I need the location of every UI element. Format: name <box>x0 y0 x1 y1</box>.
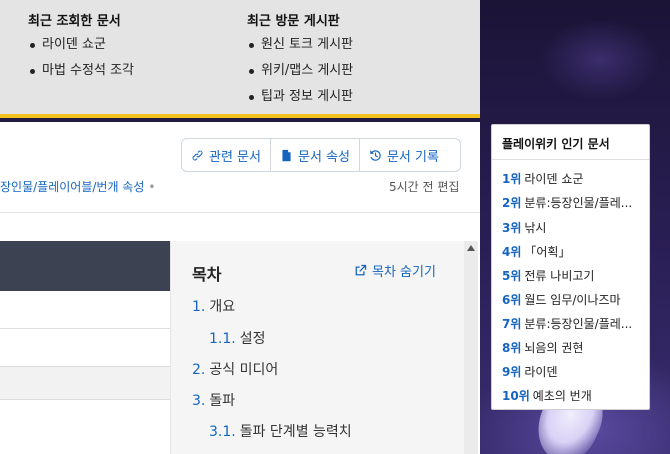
recent-board-item[interactable]: 팁과 정보 게시판 <box>247 89 353 115</box>
category-separator: • <box>148 180 156 194</box>
popular-item[interactable]: 1위 라이덴 쇼군 <box>502 170 642 187</box>
toc-item-label: 돌파 <box>209 393 236 409</box>
popular-rank: 5위 <box>502 269 522 283</box>
document-toolbar: 관련 문서 문서 속성 문서 기록 <box>181 138 461 172</box>
main-content: 관련 문서 문서 속성 문서 기록 장인물/플레이어블/번개 속성 • 5시간 전… <box>0 122 480 454</box>
popular-item[interactable]: 5위 전류 나비고기 <box>502 267 642 284</box>
related-documents-button[interactable]: 관련 문서 <box>182 139 271 171</box>
toc-item-number: 1. <box>192 299 206 315</box>
popular-label: 월드 임무/이나즈마 <box>524 293 621 307</box>
popular-label: 분류:등장인물/플레... <box>524 317 633 331</box>
toc-item-label: 공식 미디어 <box>209 362 279 378</box>
divider <box>0 212 480 213</box>
document-history-label: 문서 기록 <box>386 149 439 165</box>
popular-rank: 10위 <box>502 389 530 403</box>
recent-viewed-section: 최근 조회한 문서 라이덴 쇼군 마법 수정석 조각 <box>28 10 134 89</box>
popular-label: 분류:등장인물/플레... <box>524 196 633 210</box>
document-properties-label: 문서 속성 <box>297 149 350 165</box>
category-line: 장인물/플레이어블/번개 속성 • <box>0 178 155 195</box>
toc-item[interactable]: 3.1. 돌파 단계별 능력치 <box>209 421 352 441</box>
toc-item-number: 3.1. <box>209 424 236 440</box>
history-icon <box>370 149 381 161</box>
toc-item-label: 설정 <box>239 331 266 347</box>
popular-label: 낚시 <box>524 221 547 235</box>
popular-label: 「어획」 <box>524 245 571 259</box>
popular-item[interactable]: 2위 분류:등장인물/플레... <box>502 194 642 211</box>
popular-documents-title: 플레이위키 인기 문서 <box>502 137 610 151</box>
popular-documents-panel: 플레이위키 인기 문서 1위 라이덴 쇼군 2위 분류:등장인물/플레... 3위 낚… <box>491 124 650 410</box>
last-edit-time: 5시간 전 편집 <box>389 180 460 194</box>
related-documents-label: 관련 문서 <box>209 149 261 165</box>
infobox-gray-row <box>0 366 170 400</box>
popular-rank: 7위 <box>502 317 522 331</box>
document-properties-button[interactable]: 문서 속성 <box>271 139 360 171</box>
popular-label: 라이덴 <box>524 365 558 379</box>
recent-board-item[interactable]: 위키/맵스 게시판 <box>247 63 353 89</box>
divider <box>492 159 649 160</box>
recent-viewed-item[interactable]: 마법 수정석 조각 <box>28 63 134 89</box>
popular-item[interactable]: 8위 뇌음의 권현 <box>502 339 642 356</box>
toc-item-label: 돌파 단계별 능력치 <box>239 424 352 440</box>
infobox-header-band <box>0 241 170 291</box>
popular-rank: 4위 <box>502 245 522 259</box>
recent-viewed-title: 최근 조회한 문서 <box>28 14 121 29</box>
popular-rank: 1위 <box>502 172 522 186</box>
toc-item-label: 개요 <box>209 299 236 315</box>
toc-title: 목차 <box>192 265 222 284</box>
popular-rank: 8위 <box>502 341 522 355</box>
popular-label: 라이덴 쇼군 <box>524 172 584 186</box>
popular-label: 뇌음의 권현 <box>524 341 584 355</box>
popular-rank: 2위 <box>502 196 522 210</box>
toc-item-number: 3. <box>192 393 206 409</box>
popular-item[interactable]: 3위 낚시 <box>502 219 642 236</box>
scroll-up-arrow-icon[interactable] <box>467 245 475 251</box>
toc-item[interactable]: 1.1. 설정 <box>209 328 265 348</box>
toc-hide-button[interactable]: 목차 숨기기 <box>354 261 436 280</box>
scrollbar[interactable] <box>464 241 478 454</box>
document-icon <box>282 149 291 161</box>
popular-item[interactable]: 6위 월드 임무/이나즈마 <box>502 291 642 308</box>
popular-item[interactable]: 4위 「어획」 <box>502 243 642 260</box>
category-link[interactable]: 장인물/플레이어블/번개 속성 <box>0 180 144 194</box>
toc-item[interactable]: 3. 돌파 <box>192 390 235 410</box>
popular-rank: 9위 <box>502 365 522 379</box>
toc-item-number: 1.1. <box>209 331 236 347</box>
popular-label: 예초의 번개 <box>532 389 592 403</box>
document-history-button[interactable]: 문서 기록 <box>360 139 448 171</box>
popular-label: 전류 나비고기 <box>524 269 595 283</box>
popular-item[interactable]: 7위 분류:등장인물/플레... <box>502 315 642 332</box>
toc-item-number: 2. <box>192 362 206 378</box>
link-icon <box>192 150 203 160</box>
recent-boards-title: 최근 방문 게시판 <box>247 14 340 29</box>
infobox-row-divider <box>0 328 170 329</box>
popular-rank: 3위 <box>502 221 522 235</box>
toc-hide-label: 목차 숨기기 <box>372 265 436 280</box>
recent-panel: 최근 조회한 문서 라이덴 쇼군 마법 수정석 조각 최근 방문 게시판 원신 … <box>0 0 480 118</box>
popular-item[interactable]: 10위 예초의 번개 <box>502 387 642 404</box>
toc-item[interactable]: 1. 개요 <box>192 296 235 316</box>
popular-rank: 6위 <box>502 293 522 307</box>
table-of-contents: 목차 목차 숨기기 1. 개요 1.1. 설정 2. 공식 미디어 3. 돌파 3.1.… <box>170 241 464 454</box>
recent-viewed-item[interactable]: 라이덴 쇼군 <box>28 37 134 63</box>
toc-item[interactable]: 2. 공식 미디어 <box>192 359 278 379</box>
recent-board-item[interactable]: 원신 토크 게시판 <box>247 37 353 63</box>
recent-boards-section: 최근 방문 게시판 원신 토크 게시판 위키/맵스 게시판 팁과 정보 게시판 <box>247 10 353 115</box>
external-link-icon <box>355 264 367 276</box>
popular-item[interactable]: 9위 라이덴 <box>502 363 642 380</box>
